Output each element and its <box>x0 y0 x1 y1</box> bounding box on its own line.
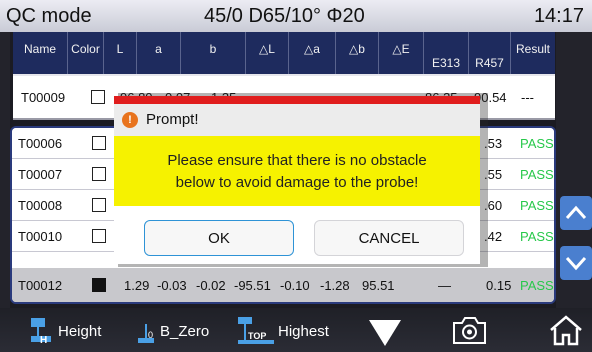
svg-text:0: 0 <box>148 330 153 340</box>
sample-r457: 0.15 <box>486 277 512 293</box>
scroll-down-button[interactable] <box>560 246 592 280</box>
column-header-db: △b <box>336 32 379 74</box>
title-bar: QC mode 45/0 D65/10° Φ20 14:17 <box>0 0 592 32</box>
highest-button[interactable]: TOP Highest <box>236 316 329 346</box>
highest-icon: TOP <box>238 317 274 344</box>
bottom-toolbar: H Height 0 B_Zero TOP Highest <box>0 308 592 352</box>
result-pass: PASS <box>520 135 554 151</box>
sample-db: -1.28 <box>320 277 350 293</box>
sample-name: T00010 <box>18 228 63 244</box>
b-zero-label: B_Zero <box>160 322 210 340</box>
highest-label: Highest <box>278 322 329 340</box>
result-pass: PASS <box>520 166 554 182</box>
b-zero-button[interactable]: 0 B_Zero <box>136 316 209 346</box>
sample-name: T00008 <box>18 197 63 213</box>
b-zero-icon: 0 <box>138 324 154 343</box>
dialog-message: Please ensure that there is no obstacle … <box>114 136 480 206</box>
dialog-title-bar: ! Prompt! <box>114 104 480 136</box>
scroll-up-button[interactable] <box>560 196 592 230</box>
sample-l: 1.29 <box>124 277 150 293</box>
table-header: Name Color L a b △L △a △b △E E313 R457 R… <box>13 32 555 76</box>
sample-dl: -95.51 <box>234 277 271 293</box>
color-checkbox[interactable] <box>92 159 106 189</box>
mode-label: QC mode <box>6 5 92 27</box>
left-edge <box>0 32 10 308</box>
home-icon[interactable] <box>548 314 584 348</box>
column-header-l: L <box>104 32 137 74</box>
reference-name: T00009 <box>21 89 66 105</box>
prompt-dialog: ! Prompt! Please ensure that there is no… <box>114 96 480 264</box>
sample-name: T00007 <box>18 166 63 182</box>
column-header-color: Color <box>68 32 104 74</box>
column-header-dl: △L <box>246 32 289 74</box>
sample-a: -0.03 <box>157 277 187 293</box>
height-button[interactable]: H Height <box>28 316 101 346</box>
height-icon: H <box>31 318 51 346</box>
dialog-message-line: below to avoid damage to the probe! <box>175 174 419 191</box>
column-header-b: b <box>181 32 246 74</box>
sample-name: T00006 <box>18 135 63 151</box>
scroll-up-icon <box>565 205 587 220</box>
reference-result: --- <box>521 89 534 105</box>
dialog-title: Prompt! <box>146 111 199 128</box>
column-header-r457: R457 <box>469 32 511 74</box>
column-header-name: Name <box>13 32 68 74</box>
color-checkbox[interactable] <box>92 190 106 220</box>
result-pass: PASS <box>520 228 554 244</box>
dialog-message-line: Please ensure that there is no obstacle <box>167 152 427 169</box>
sample-da: -0.10 <box>280 277 310 293</box>
sample-name: T00012 <box>18 277 63 293</box>
result-pass: PASS <box>520 197 554 213</box>
svg-text:H: H <box>40 335 47 346</box>
column-header-de: △E <box>379 32 424 74</box>
dialog-top-strip <box>114 96 480 104</box>
warning-icon: ! <box>122 112 138 128</box>
color-checkbox[interactable] <box>92 128 106 158</box>
sample-b: -0.02 <box>196 277 226 293</box>
height-label: Height <box>58 322 102 340</box>
column-header-a: a <box>137 32 181 74</box>
column-header-e313: E313 <box>424 32 469 74</box>
color-checkbox[interactable] <box>92 221 106 251</box>
result-pass: PASS <box>520 277 554 293</box>
reference-color-checkbox[interactable] <box>91 76 105 118</box>
measure-icon[interactable] <box>367 318 403 348</box>
column-header-result: Result <box>515 42 550 56</box>
cancel-button[interactable]: CANCEL <box>314 220 464 256</box>
column-header-da: △a <box>289 32 336 74</box>
sample-de: 95.51 <box>362 277 395 293</box>
table-row-selected[interactable]: T00012 1.29 -0.03 -0.02 -95.51 -0.10 -1.… <box>12 268 554 302</box>
clock: 14:17 <box>533 5 584 27</box>
ok-button[interactable]: OK <box>144 220 294 256</box>
sample-e313: — <box>438 277 451 293</box>
color-swatch[interactable] <box>92 268 106 302</box>
svg-text:TOP: TOP <box>248 331 266 341</box>
camera-icon[interactable] <box>448 313 490 347</box>
measurement-conditions: 45/0 D65/10° Φ20 <box>204 5 365 27</box>
scroll-down-icon <box>565 256 587 271</box>
